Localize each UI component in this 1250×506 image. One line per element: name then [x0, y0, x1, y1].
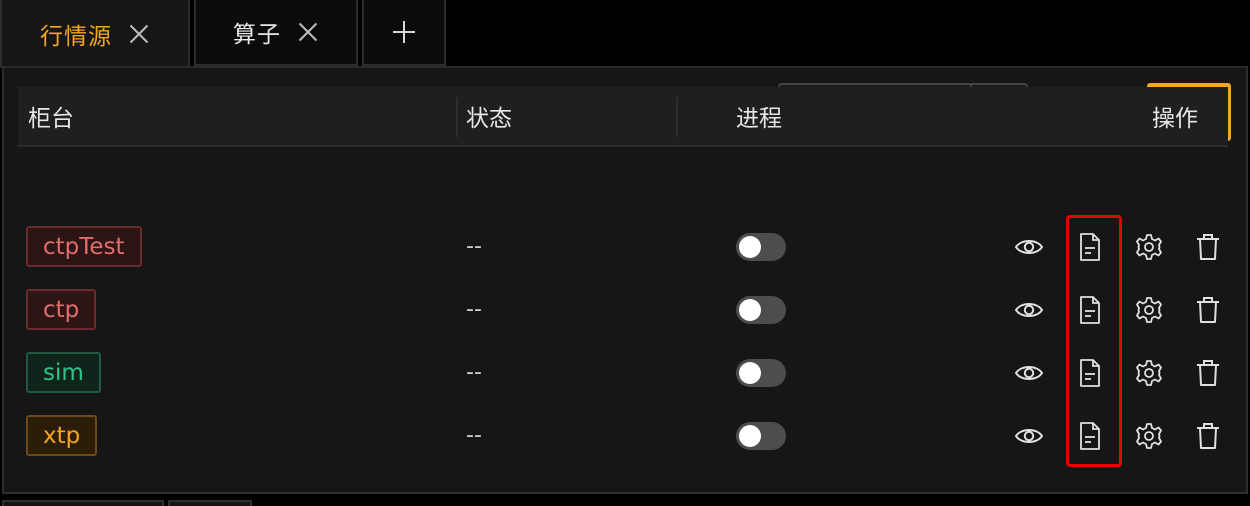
gear-icon [1136, 359, 1162, 386]
tab-bar: 行情源 算子 [0, 0, 1250, 68]
view-button[interactable] [1009, 404, 1049, 467]
add-tab-button[interactable] [362, 0, 446, 66]
column-header-status: 状态 [466, 106, 512, 132]
table-row: xtp -- [18, 404, 1228, 467]
eye-icon [1014, 302, 1044, 317]
settings-button[interactable] [1129, 278, 1169, 341]
column-header-process: 进程 [736, 106, 782, 132]
settings-button[interactable] [1129, 215, 1169, 278]
log-button[interactable] [1070, 404, 1110, 467]
table-row: ctp -- [18, 278, 1228, 341]
process-toggle[interactable] [736, 422, 786, 450]
bottom-tab[interactable] [2, 500, 164, 506]
counter-tag: sim [26, 352, 101, 393]
status-value: -- [466, 360, 482, 385]
process-toggle[interactable] [736, 233, 786, 261]
tab-operator[interactable]: 算子 [194, 0, 358, 66]
view-button[interactable] [1009, 215, 1049, 278]
eye-icon [1014, 365, 1044, 380]
table-header: 柜台 状态 进程 操作 [18, 87, 1228, 147]
plus-icon [393, 21, 415, 43]
gear-icon [1136, 422, 1162, 449]
document-icon [1080, 295, 1100, 324]
document-icon [1080, 358, 1100, 387]
toggle-knob [739, 299, 761, 321]
tab-label: 算子 [233, 22, 281, 48]
column-header-counter: 柜台 [28, 106, 74, 132]
document-icon [1080, 232, 1100, 261]
trash-icon [1197, 296, 1219, 323]
gear-icon [1136, 233, 1162, 260]
eye-icon [1014, 239, 1044, 254]
trash-icon [1197, 422, 1219, 449]
toggle-knob [739, 362, 761, 384]
status-value: -- [466, 423, 482, 448]
column-divider [456, 97, 458, 137]
settings-button[interactable] [1129, 341, 1169, 404]
counter-tag: xtp [26, 415, 98, 456]
column-divider [676, 97, 678, 137]
toggle-knob [739, 425, 761, 447]
counter-tag: ctp [26, 289, 97, 330]
table-row: sim -- [18, 341, 1228, 404]
delete-button[interactable] [1188, 278, 1228, 341]
counter-tag: ctpTest [26, 226, 142, 267]
gear-icon [1136, 296, 1162, 323]
tab-label: 行情源 [40, 24, 112, 50]
log-button[interactable] [1070, 215, 1110, 278]
column-header-actions: 操作 [1152, 106, 1198, 132]
document-icon [1080, 421, 1100, 450]
process-toggle[interactable] [736, 296, 786, 324]
log-button[interactable] [1070, 341, 1110, 404]
view-button[interactable] [1009, 278, 1049, 341]
bottom-tab[interactable] [168, 500, 252, 506]
delete-button[interactable] [1188, 215, 1228, 278]
eye-icon [1014, 428, 1044, 443]
log-button[interactable] [1070, 278, 1110, 341]
close-icon[interactable] [128, 23, 150, 45]
close-icon[interactable] [297, 21, 319, 43]
status-value: -- [466, 234, 482, 259]
trash-icon [1197, 233, 1219, 260]
table-row: ctpTest -- [18, 215, 1228, 278]
view-button[interactable] [1009, 341, 1049, 404]
settings-button[interactable] [1129, 404, 1169, 467]
status-value: -- [466, 297, 482, 322]
delete-button[interactable] [1188, 404, 1228, 467]
tab-market-source[interactable]: 行情源 [0, 0, 190, 68]
toggle-knob [739, 236, 761, 258]
process-toggle[interactable] [736, 359, 786, 387]
trash-icon [1197, 359, 1219, 386]
delete-button[interactable] [1188, 341, 1228, 404]
